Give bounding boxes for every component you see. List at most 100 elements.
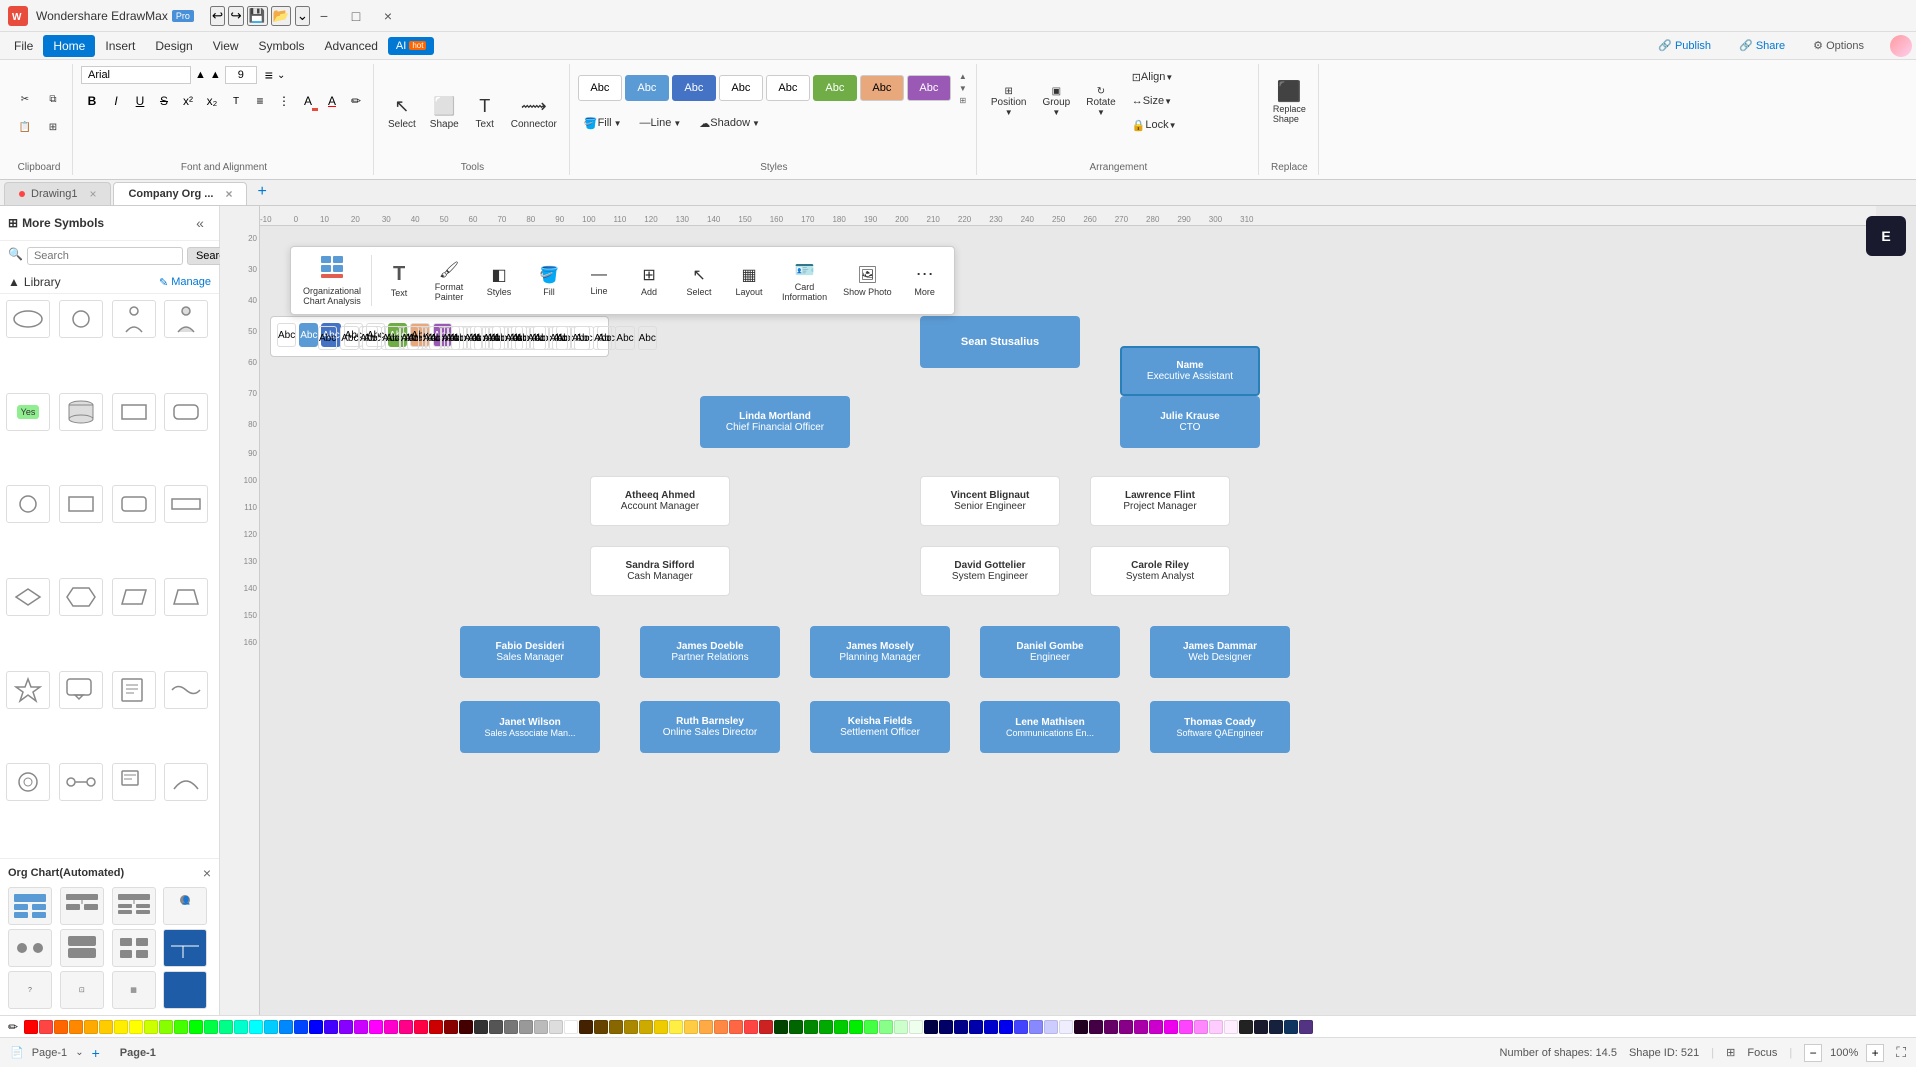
palette-swatch-33[interactable]: Abc bbox=[441, 326, 460, 350]
shape-button[interactable]: ⬜ Shape bbox=[424, 87, 465, 139]
rotate-button[interactable]: ↻ Rotate ▼ bbox=[1080, 66, 1121, 136]
open-button[interactable]: 📂 bbox=[271, 6, 292, 26]
color-swatch-#FFCC00[interactable] bbox=[99, 1020, 113, 1034]
color-swatch-#880088[interactable] bbox=[1119, 1020, 1133, 1034]
italic-button[interactable]: I bbox=[105, 90, 127, 112]
color-swatch-#FF6644[interactable] bbox=[729, 1020, 743, 1034]
shape-wave[interactable] bbox=[164, 671, 208, 709]
color-swatch-#880000[interactable] bbox=[444, 1020, 458, 1034]
color-swatch-#0000EE[interactable] bbox=[999, 1020, 1013, 1034]
tab-company-org-close[interactable]: × bbox=[225, 187, 232, 201]
color-swatch-#4444FF[interactable] bbox=[1014, 1020, 1028, 1034]
org-card-report-0[interactable]: Atheeq Ahmed Account Manager bbox=[590, 476, 730, 526]
shape-parallelogram[interactable] bbox=[112, 578, 156, 616]
tab-company-org[interactable]: Company Org ... × bbox=[113, 182, 247, 205]
color-swatch-#664400[interactable] bbox=[594, 1020, 608, 1034]
color-swatch-#8800FF[interactable] bbox=[339, 1020, 353, 1034]
shape-ellipse[interactable] bbox=[6, 300, 50, 338]
color-swatch-#FFFF00[interactable] bbox=[129, 1020, 143, 1034]
color-swatch-#0044FF[interactable] bbox=[294, 1020, 308, 1034]
shape-roundedrect-2[interactable] bbox=[112, 485, 156, 523]
share-button[interactable]: 🔗 Share bbox=[1729, 36, 1795, 55]
color-swatch-#CCAA00[interactable] bbox=[639, 1020, 653, 1034]
color-swatch-#1a1a2e[interactable] bbox=[1254, 1020, 1268, 1034]
org-card-report-11[interactable]: Janet Wilson Sales Associate Man... bbox=[460, 701, 600, 753]
tab-add-button[interactable]: + bbox=[249, 179, 274, 205]
color-swatch-#FF8844[interactable] bbox=[714, 1020, 728, 1034]
lock-button[interactable]: 🔒 Lock ▼ bbox=[1126, 114, 1183, 136]
color-swatch-#EE00EE[interactable] bbox=[1164, 1020, 1178, 1034]
minimize-button[interactable]: − bbox=[310, 6, 338, 26]
position-button[interactable]: ⊞ Position ▼ bbox=[985, 66, 1033, 136]
text-button[interactable]: T Text bbox=[467, 87, 503, 139]
palette-swatch-47[interactable]: Abc bbox=[615, 326, 634, 350]
shape-diamond[interactable] bbox=[6, 578, 50, 616]
org-card-report-7[interactable]: James Doeble Partner Relations bbox=[640, 626, 780, 678]
color-swatch-#AA00AA[interactable] bbox=[1134, 1020, 1148, 1034]
shape-star[interactable] bbox=[6, 671, 50, 709]
ctx-card-info-button[interactable]: 🪪 CardInformation bbox=[774, 251, 835, 310]
org-card-report-13[interactable]: Keisha Fields Settlement Officer bbox=[810, 701, 950, 753]
maximize-button[interactable]: □ bbox=[342, 6, 370, 26]
color-swatch-#FF6600[interactable] bbox=[54, 1020, 68, 1034]
org-card-report-6[interactable]: Fabio Desideri Sales Manager bbox=[460, 626, 600, 678]
color-swatch-#FF4444[interactable] bbox=[744, 1020, 758, 1034]
color-swatch-#FFCC44[interactable] bbox=[684, 1020, 698, 1034]
shape-circle[interactable] bbox=[59, 300, 103, 338]
color-swatch-#222222[interactable] bbox=[1239, 1020, 1253, 1034]
color-swatch-#CCCCFF[interactable] bbox=[1044, 1020, 1058, 1034]
color-swatch-#CC00FF[interactable] bbox=[354, 1020, 368, 1034]
color-swatch-#FFEE44[interactable] bbox=[669, 1020, 683, 1034]
style-swatch-4[interactable]: Abc bbox=[719, 75, 763, 101]
color-swatch-#00CC00[interactable] bbox=[834, 1020, 848, 1034]
shape-note[interactable] bbox=[112, 671, 156, 709]
org-card-cto[interactable]: Julie Krause CTO bbox=[1120, 396, 1260, 448]
menu-symbols[interactable]: Symbols bbox=[249, 35, 315, 57]
ctx-line-button[interactable]: — Line bbox=[574, 251, 624, 310]
color-swatch-#0000CC[interactable] bbox=[984, 1020, 998, 1034]
org-thumb-3[interactable] bbox=[112, 887, 156, 925]
style-swatch-3[interactable]: Abc bbox=[672, 75, 716, 101]
shape-rect[interactable] bbox=[112, 393, 156, 431]
color-swatch-#999999[interactable] bbox=[519, 1020, 533, 1034]
color-swatch-#FF00CC[interactable] bbox=[384, 1020, 398, 1034]
styles-scroll-down[interactable]: ▼ bbox=[956, 82, 970, 94]
org-thumb-2[interactable] bbox=[60, 887, 104, 925]
color-swatch-#00FF00[interactable] bbox=[189, 1020, 203, 1034]
shape-callout[interactable] bbox=[59, 671, 103, 709]
color-swatch-#555555[interactable] bbox=[489, 1020, 503, 1034]
color-swatch-#8888FF[interactable] bbox=[1029, 1020, 1043, 1034]
color-swatch-#FF8800[interactable] bbox=[69, 1020, 83, 1034]
style-swatch-8[interactable]: Abc bbox=[907, 75, 951, 101]
palette-swatch-25[interactable]: Abc bbox=[400, 326, 419, 350]
org-card-report-1[interactable]: Vincent Blignaut Senior Engineer bbox=[920, 476, 1060, 526]
ctx-select-button[interactable]: ↖ Select bbox=[674, 251, 724, 310]
menu-insert[interactable]: Insert bbox=[95, 35, 145, 57]
color-swatch-#88FF88[interactable] bbox=[879, 1020, 893, 1034]
color-swatch-#4400FF[interactable] bbox=[324, 1020, 338, 1034]
menu-design[interactable]: Design bbox=[145, 35, 202, 57]
org-card-report-15[interactable]: Thomas Coady Software QAEngineer bbox=[1150, 701, 1290, 753]
shape-donut[interactable] bbox=[6, 763, 50, 801]
styles-expand[interactable]: ⊞ bbox=[956, 94, 970, 106]
color-swatch-#008800[interactable] bbox=[804, 1020, 818, 1034]
highlight-btn[interactable]: ✏ bbox=[345, 90, 367, 112]
ctx-fill-button[interactable]: 🪣 Fill bbox=[524, 251, 574, 310]
library-expand-icon[interactable]: ▲ bbox=[8, 275, 20, 289]
shape-trapezoid[interactable] bbox=[164, 578, 208, 616]
org-thumb-11[interactable]: ▦ bbox=[112, 971, 156, 1009]
color-swatch-#FFAA44[interactable] bbox=[699, 1020, 713, 1034]
color-swatch-#220022[interactable] bbox=[1074, 1020, 1088, 1034]
color-swatch-#0000FF[interactable] bbox=[309, 1020, 323, 1034]
search-input[interactable] bbox=[27, 247, 183, 265]
color-swatch-#00FF44[interactable] bbox=[204, 1020, 218, 1034]
shape-line-connector[interactable] bbox=[59, 763, 103, 801]
ctx-add-button[interactable]: ⊞ Add bbox=[624, 251, 674, 310]
org-card-report-12[interactable]: Ruth Barnsley Online Sales Director bbox=[640, 701, 780, 753]
org-thumb-10[interactable]: ⊡ bbox=[60, 971, 104, 1009]
ctx-format-painter-button[interactable]: 🖌 FormatPainter bbox=[424, 251, 474, 310]
org-card-ceo[interactable]: Sean Stusalius bbox=[920, 316, 1080, 368]
color-swatch-#AA8800[interactable] bbox=[624, 1020, 638, 1034]
zoom-out-button[interactable]: − bbox=[1804, 1044, 1822, 1062]
ctx-styles-button[interactable]: ◧ Styles bbox=[474, 251, 524, 310]
